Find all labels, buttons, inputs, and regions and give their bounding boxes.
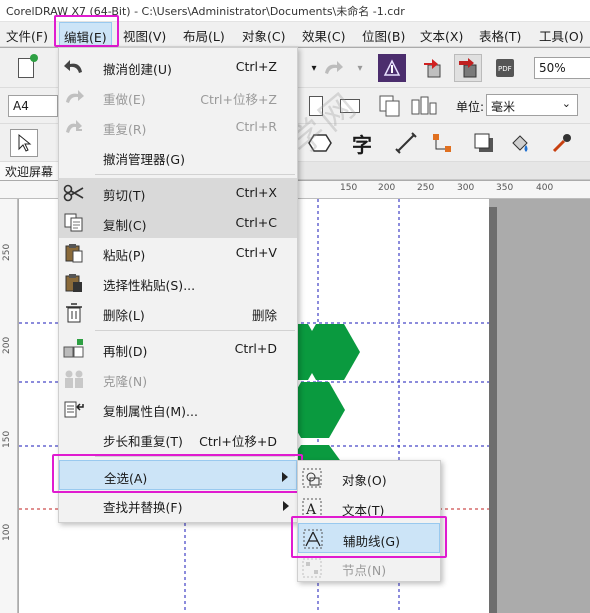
chevron-down-icon: ⌄ (561, 97, 571, 110)
submenu-arrow-icon (283, 501, 289, 511)
current-page-icon[interactable] (410, 92, 438, 120)
menu-undo-manager[interactable]: 撤消管理器(G) (59, 142, 297, 172)
menu-delete[interactable]: 删除(L) 删除 (59, 298, 297, 328)
menu-separator (95, 456, 295, 457)
ruler-label: 150 (340, 183, 358, 193)
menu-object[interactable]: 对象(C) (242, 26, 285, 45)
pick-tool-icon[interactable] (10, 129, 38, 157)
connector-tool-icon[interactable] (428, 129, 456, 157)
menu-bitmaps[interactable]: 位图(B) (362, 26, 405, 45)
export-save-icon[interactable] (454, 54, 482, 82)
ruler-label: 300 (457, 183, 475, 193)
menu-copy[interactable]: 复制(C) Ctrl+C (59, 208, 297, 238)
page-size-select[interactable]: A4 (8, 95, 58, 117)
menu-view[interactable]: 视图(V) (123, 26, 166, 45)
ruler-label: 100 (2, 523, 12, 541)
units-label: 单位: (456, 100, 485, 114)
undo-icon (63, 57, 85, 77)
scissors-icon (63, 183, 85, 203)
menu-find-and-replace[interactable]: 查找并替换(F) (59, 490, 297, 520)
duplicate-icon (63, 339, 85, 359)
submenu-arrow-icon (282, 472, 288, 482)
menu-file[interactable]: 文件(F) (6, 26, 48, 45)
menu-paste[interactable]: 粘贴(P) Ctrl+V (59, 238, 297, 268)
ruler-label: 350 (496, 183, 514, 193)
select-text-icon: A (302, 498, 324, 518)
select-objects-icon (302, 468, 324, 488)
window-title: CorelDRAW X7 (64-Bit) - C:\Users\Adminis… (6, 5, 405, 18)
submenu-nodes: 节点(N) (298, 553, 440, 583)
vertical-ruler[interactable]: 250 200 150 100 (0, 199, 18, 613)
eyedropper-tool-icon[interactable] (548, 129, 576, 157)
submenu-text[interactable]: A 文本(T) (298, 493, 440, 523)
fill-tool-icon[interactable] (506, 129, 534, 157)
menu-step-and-repeat[interactable]: 步长和重复(T) Ctrl+位移+D (59, 424, 297, 454)
menu-separator (95, 330, 295, 331)
all-pages-icon[interactable] (376, 92, 404, 120)
copy-icon (63, 213, 85, 233)
units-value: 毫米 (491, 100, 516, 114)
dimension-tool-icon[interactable] (392, 129, 420, 157)
repeat-icon (63, 117, 85, 137)
import-icon[interactable] (378, 54, 406, 82)
tab-welcome-screen[interactable]: 欢迎屏幕 (0, 162, 60, 180)
select-guidelines-icon (303, 529, 325, 549)
trash-icon (63, 303, 85, 323)
ruler-label: 250 (2, 243, 12, 261)
new-document-icon[interactable] (12, 54, 40, 82)
menu-repeat: 重复(R) Ctrl+R (59, 112, 297, 142)
menu-undo-create[interactable]: 撤消创建(U) Ctrl+Z (59, 52, 297, 82)
menu-select-all[interactable]: 全选(A) (59, 460, 297, 490)
publish-pdf-icon[interactable]: PDF (492, 54, 520, 82)
redo-icon (63, 87, 85, 107)
select-all-submenu: 对象(O) A 文本(T) 辅助线(G) 节点(N) (297, 460, 441, 582)
menu-separator (95, 174, 295, 175)
page-shadow (489, 207, 497, 613)
svg-text:PDF: PDF (498, 65, 512, 73)
menu-effects[interactable]: 效果(C) (302, 26, 345, 45)
title-bar: CorelDRAW X7 (64-Bit) - C:\Users\Adminis… (0, 0, 590, 22)
menu-bar: 文件(F) 编辑(E) 视图(V) 布局(L) 对象(C) 效果(C) 位图(B… (0, 22, 590, 47)
menu-edit[interactable]: 编辑(E) (59, 22, 112, 47)
zoom-level-field[interactable]: 50% (534, 57, 590, 79)
text-tool-icon[interactable]: 字 (348, 129, 376, 157)
ruler-label: 250 (417, 183, 435, 193)
menu-duplicate[interactable]: 再制(D) Ctrl+D (59, 334, 297, 364)
clone-icon (63, 369, 85, 389)
menu-copy-properties-from[interactable]: 复制属性自(M)... (59, 394, 297, 424)
paste-special-icon (63, 273, 85, 293)
ruler-label: 150 (2, 430, 12, 448)
ruler-label: 200 (378, 183, 396, 193)
ruler-label: 400 (536, 183, 554, 193)
select-nodes-icon (302, 558, 324, 578)
menu-table[interactable]: 表格(T) (479, 26, 521, 45)
ruler-label: 200 (2, 336, 12, 354)
submenu-guidelines[interactable]: 辅助线(G) (298, 523, 440, 553)
menu-paste-special[interactable]: 选择性粘贴(S)... (59, 268, 297, 298)
menu-tools[interactable]: 工具(O) (539, 26, 584, 45)
copy-properties-icon (63, 399, 85, 419)
paste-icon (63, 243, 85, 263)
units-select[interactable]: 毫米 ⌄ (486, 94, 578, 116)
svg-text:A: A (305, 502, 317, 518)
redo-dropdown-icon[interactable]: ▾ (346, 54, 374, 82)
submenu-objects[interactable]: 对象(O) (298, 463, 440, 493)
menu-layout[interactable]: 布局(L) (183, 26, 225, 45)
drop-shadow-tool-icon[interactable] (470, 129, 498, 157)
edit-menu-dropdown: 撤消创建(U) Ctrl+Z 重做(E) Ctrl+位移+Z 重复(R) Ctr… (58, 47, 298, 523)
menu-text[interactable]: 文本(X) (420, 26, 463, 45)
menu-clone: 克隆(N) (59, 364, 297, 394)
export-icon[interactable] (420, 54, 448, 82)
menu-redo: 重做(E) Ctrl+位移+Z (59, 82, 297, 112)
menu-cut[interactable]: 剪切(T) Ctrl+X (59, 178, 297, 208)
